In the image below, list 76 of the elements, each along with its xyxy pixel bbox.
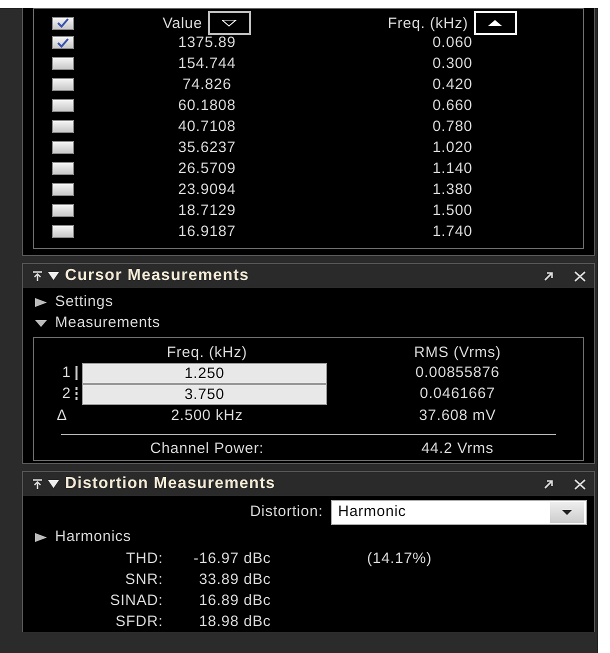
frequency-field[interactable]: 3.750 — [82, 384, 327, 405]
checkbox[interactable] — [52, 141, 74, 154]
checkbox[interactable] — [52, 204, 74, 217]
close-icon[interactable] — [574, 478, 586, 490]
panel-title: Distortion Measurements — [65, 474, 276, 494]
channel-power-value: 44.2 Vrms — [420, 439, 495, 459]
pin-icon[interactable] — [33, 271, 42, 281]
table-cell: 1.140 — [432, 161, 473, 176]
sort-arrow-icon — [222, 20, 238, 26]
column-header: RMS (Vrms) — [413, 343, 502, 363]
metric-value: 16.89 dBc — [198, 591, 272, 611]
delta-symbol: Δ — [56, 406, 68, 426]
distortion-label: Distortion: — [250, 502, 323, 522]
checkbox[interactable] — [52, 78, 74, 91]
metric-percent: (14.17%) — [366, 549, 433, 569]
frequency-field[interactable]: 1.250 — [82, 362, 327, 384]
checkbox[interactable] — [52, 99, 74, 112]
metric-value: 33.89 dBc — [198, 570, 272, 590]
table-cell: 18.7129 — [178, 203, 236, 218]
metric-label: THD: — [125, 549, 163, 569]
table-cell: 0.300 — [432, 56, 473, 71]
table-cell: 1.740 — [432, 224, 473, 239]
table-cell: 154.744 — [178, 56, 236, 71]
sort-button[interactable] — [208, 11, 252, 35]
table-cell: 1.020 — [432, 140, 473, 155]
table-cell: 26.5709 — [178, 161, 236, 176]
metric-value: -16.97 dBc — [192, 549, 272, 569]
table-cell: 23.9094 — [178, 182, 236, 197]
undock-icon[interactable] — [543, 479, 554, 489]
checkbox[interactable] — [52, 16, 74, 30]
table-cell: 35.6237 — [178, 140, 236, 155]
checkbox[interactable] — [52, 225, 74, 238]
caret-icon — [562, 510, 572, 515]
checkbox[interactable] — [52, 120, 74, 133]
cursor-label: 1 — [62, 363, 71, 383]
column-header: Freq. (kHz) — [388, 16, 468, 30]
cursor-label: 2 — [62, 384, 71, 404]
table-cell: 1.380 — [432, 182, 473, 197]
table-cell: 16.9187 — [178, 224, 236, 239]
metric-label: SNR: — [124, 570, 163, 590]
table-cell: 74.826 — [182, 77, 232, 92]
column-header: Value — [162, 16, 202, 30]
table-cell: 0.420 — [432, 77, 473, 92]
section-toggle[interactable]: Harmonics — [23, 527, 594, 548]
expand-icon[interactable] — [48, 272, 59, 280]
table-cell: 0.780 — [432, 119, 473, 134]
table-cell: 0.060 — [432, 35, 473, 50]
close-icon[interactable] — [574, 270, 586, 282]
metric-label: SFDR: — [114, 612, 163, 632]
metric-value: 18.98 dBc — [198, 612, 272, 632]
table-cell-text: 37.608 mV — [418, 406, 498, 426]
table-cell: 40.7108 — [178, 119, 236, 134]
checkbox[interactable] — [52, 36, 74, 49]
undock-icon[interactable] — [543, 271, 554, 281]
table-cell: 1375.89 — [178, 35, 236, 50]
table-cell: 0.660 — [432, 98, 473, 113]
pin-icon[interactable] — [33, 479, 42, 489]
table-cell: 60.1808 — [178, 98, 236, 113]
table-cell-text: 2.500 kHz — [170, 406, 244, 426]
sort-arrow-icon — [488, 20, 504, 26]
expand-icon[interactable] — [48, 480, 59, 488]
panel-title: Cursor Measurements — [65, 266, 250, 286]
column-header: Freq. (kHz) — [166, 343, 248, 363]
checkbox[interactable] — [52, 57, 74, 70]
section-toggle[interactable]: Measurements — [23, 313, 594, 334]
table-cell-text: 0.0461667 — [418, 384, 496, 404]
checkbox[interactable] — [52, 183, 74, 196]
table-cell-text: 0.00855876 — [414, 363, 501, 383]
table-cell: 1.500 — [432, 203, 473, 218]
metric-label: SINAD: — [108, 591, 163, 611]
cursor-line-icon — [75, 366, 78, 380]
distortion-dropdown[interactable]: Harmonic — [331, 500, 587, 525]
section-toggle[interactable]: Settings — [23, 292, 594, 313]
cursor-line-icon — [75, 387, 78, 402]
checkbox[interactable] — [52, 162, 74, 175]
channel-power-label: Channel Power: — [149, 439, 265, 459]
